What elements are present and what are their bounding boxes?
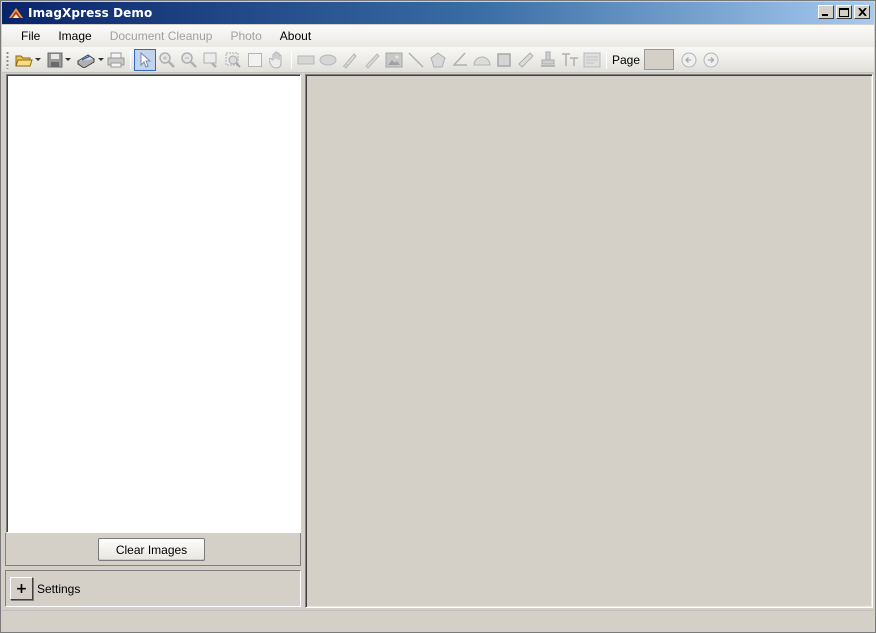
text-icon <box>562 52 578 66</box>
polygon-icon <box>430 51 446 67</box>
select-rect-icon <box>248 52 262 67</box>
toolbar-separator <box>291 50 292 69</box>
box-annotation-button[interactable] <box>493 49 515 71</box>
hand-icon <box>269 51 282 69</box>
hand-tool-button[interactable] <box>266 49 288 71</box>
maximize-button[interactable] <box>836 5 852 19</box>
line-icon <box>408 51 424 68</box>
rectangle-icon <box>297 55 315 64</box>
settings-expand-button[interactable]: + <box>10 577 33 600</box>
ellipse-annotation-button[interactable] <box>317 49 339 71</box>
maximize-icon <box>839 7 849 17</box>
image-stamp-button[interactable] <box>383 49 405 71</box>
line-annotation-button[interactable] <box>405 49 427 71</box>
zoom-rect-icon <box>203 52 217 68</box>
note-annotation-button[interactable] <box>581 49 603 71</box>
status-bar <box>2 610 874 632</box>
magnifier-button[interactable] <box>222 49 244 71</box>
pointer-tool-button[interactable] <box>134 48 156 71</box>
page-label: Page <box>612 52 641 67</box>
zoom-in-icon <box>159 51 175 68</box>
clear-images-button[interactable]: Clear Images <box>98 538 205 561</box>
scan-button[interactable] <box>74 49 105 71</box>
select-rect-button[interactable] <box>244 49 266 71</box>
zoom-out-icon <box>181 51 197 68</box>
freehand-icon <box>342 52 357 69</box>
minimize-button[interactable] <box>818 5 834 19</box>
zoom-out-button[interactable] <box>178 49 200 71</box>
toolbar-separator <box>130 50 131 69</box>
title-bar[interactable]: ImagXpress Demo <box>2 2 874 24</box>
menu-bar: File Image Document Cleanup Photo About <box>2 25 874 47</box>
angle-icon <box>452 51 467 66</box>
zoom-rect-button[interactable] <box>200 49 222 71</box>
page-number-input[interactable] <box>644 49 675 70</box>
rubber-stamp-icon <box>541 51 555 67</box>
close-button[interactable] <box>854 5 870 19</box>
app-window: ImagXpress Demo File Image Document Clea… <box>0 0 876 633</box>
highlighter-annotation-button[interactable] <box>361 49 383 71</box>
prev-page-icon <box>681 52 697 67</box>
menu-document-cleanup: Document Cleanup <box>109 29 213 43</box>
protractor-annotation-button[interactable] <box>471 49 493 71</box>
ellipse-icon <box>319 54 337 65</box>
zoom-in-button[interactable] <box>156 49 178 71</box>
next-page-icon <box>703 52 719 67</box>
freehand-annotation-button[interactable] <box>339 49 361 71</box>
save-icon <box>47 52 62 67</box>
print-icon <box>107 52 125 67</box>
clear-images-panel: Clear Images <box>5 533 301 566</box>
print-button[interactable] <box>105 49 127 71</box>
settings-label: Settings <box>37 581 81 596</box>
pointer-icon <box>140 51 152 68</box>
window-controls <box>818 5 870 19</box>
text-annotation-button[interactable] <box>559 49 581 71</box>
open-icon <box>14 55 33 66</box>
prev-page-button[interactable] <box>678 49 700 71</box>
polygon-annotation-button[interactable] <box>427 49 449 71</box>
menu-about[interactable]: About <box>271 26 320 46</box>
magnifier-icon <box>225 52 241 68</box>
save-button[interactable] <box>43 49 74 71</box>
ruler-icon <box>518 51 534 68</box>
menu-file[interactable]: File <box>12 26 49 46</box>
minimize-icon <box>822 14 828 16</box>
toolbar-grip[interactable] <box>6 50 9 69</box>
image-viewer[interactable] <box>305 74 873 608</box>
toolbar: Page <box>2 47 874 73</box>
rubber-stamp-button[interactable] <box>537 49 559 71</box>
app-logo-icon <box>8 6 24 20</box>
rectangle-annotation-button[interactable] <box>295 49 317 71</box>
open-button[interactable] <box>12 49 43 71</box>
angle-annotation-button[interactable] <box>449 49 471 71</box>
note-icon <box>583 52 601 67</box>
window-title: ImagXpress Demo <box>28 6 153 20</box>
highlighter-icon <box>365 52 380 69</box>
protractor-icon <box>473 56 491 65</box>
ruler-annotation-button[interactable] <box>515 49 537 71</box>
scan-icon <box>76 53 95 68</box>
menu-image[interactable]: Image <box>49 26 100 46</box>
settings-panel: + Settings <box>5 570 301 607</box>
image-stamp-icon <box>385 52 403 67</box>
box-icon <box>497 52 511 67</box>
next-page-button[interactable] <box>700 49 722 71</box>
image-thumbnail-list[interactable] <box>6 74 301 533</box>
toolbar-separator <box>606 50 607 69</box>
close-icon <box>857 8 867 16</box>
menu-photo: Photo <box>230 29 262 43</box>
